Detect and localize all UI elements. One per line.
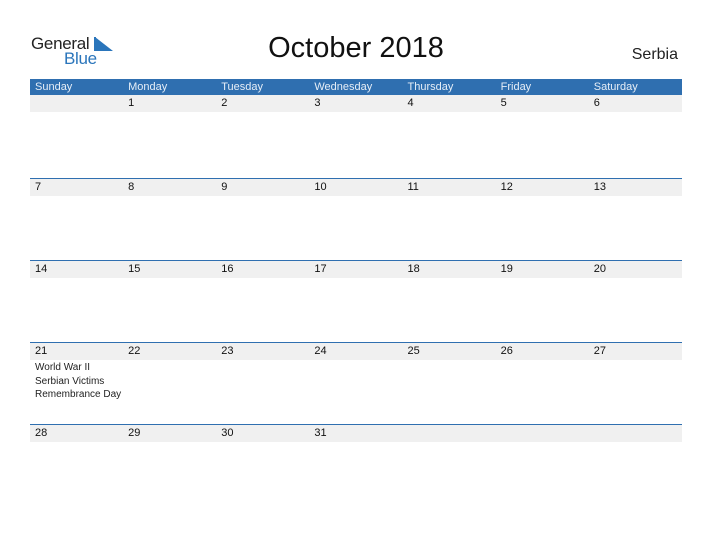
week-row: 14 15 16 17 18 19 20 (30, 260, 682, 342)
day-event (403, 278, 496, 279)
day-event (309, 278, 402, 279)
day-event (123, 196, 216, 197)
day-event (403, 360, 496, 402)
weekday-tuesday: Tuesday (221, 81, 264, 93)
day-event (496, 112, 589, 113)
day-number (496, 425, 589, 442)
events-row: World War II Serbian Victims Remembrance… (30, 360, 682, 402)
day-number: 5 (500, 97, 507, 109)
date-bar: 7 8 9 10 11 12 13 (30, 179, 682, 196)
calendar-title: October 2018 (268, 32, 444, 64)
day-number: 14 (35, 263, 48, 275)
day-event (496, 442, 589, 443)
weekday-monday: Monday (128, 81, 168, 93)
weekday-thursday: Thursday (407, 81, 454, 93)
day-number: 28 (35, 427, 48, 439)
day-number: 25 (407, 345, 420, 357)
day-number: 11 (407, 181, 419, 193)
date-bar: 1 2 3 4 5 6 (30, 95, 682, 112)
day-event (216, 196, 309, 197)
day-event (30, 196, 123, 197)
day-event (403, 442, 496, 443)
day-event (216, 442, 309, 443)
day-event (30, 442, 123, 443)
day-number: 23 (221, 345, 234, 357)
day-number (589, 425, 682, 442)
day-event (403, 196, 496, 197)
weekday-header: Sunday Monday Tuesday Wednesday Thursday… (30, 79, 682, 95)
day-number: 26 (500, 345, 513, 357)
day-number: 12 (500, 181, 513, 193)
events-row (30, 196, 682, 197)
week-row: 28 29 30 31 (30, 424, 682, 506)
day-event (309, 112, 402, 113)
day-number: 15 (128, 263, 141, 275)
day-event (403, 112, 496, 113)
date-bar: 14 15 16 17 18 19 20 (30, 261, 682, 278)
day-number: 10 (314, 181, 327, 193)
calendar-grid: Sunday Monday Tuesday Wednesday Thursday… (30, 79, 682, 506)
week-row: 7 8 9 10 11 12 13 (30, 178, 682, 260)
day-number: 30 (221, 427, 234, 439)
day-event (123, 278, 216, 279)
day-number: 7 (35, 181, 42, 193)
day-event (589, 360, 682, 402)
day-event (496, 196, 589, 197)
day-number (403, 425, 496, 442)
events-row (30, 278, 682, 279)
day-number: 29 (128, 427, 141, 439)
week-row: 1 2 3 4 5 6 (30, 95, 682, 178)
day-number: 18 (407, 263, 420, 275)
day-event (496, 360, 589, 402)
day-number: 8 (128, 181, 135, 193)
day-event (123, 360, 216, 402)
day-number: 3 (314, 97, 321, 109)
day-number: 20 (593, 263, 606, 275)
day-number: 16 (221, 263, 234, 275)
date-bar: 28 29 30 31 (30, 425, 682, 442)
day-event (30, 278, 123, 279)
day-event (216, 360, 309, 402)
weekday-wednesday: Wednesday (314, 81, 373, 93)
weekday-friday: Friday (500, 81, 532, 93)
day-number: 27 (593, 345, 606, 357)
week-row: 21 22 23 24 25 26 27 World War II Serbian Victi… (30, 342, 682, 424)
day-number: 2 (221, 97, 228, 109)
day-event (309, 360, 402, 402)
day-event (309, 442, 402, 443)
day-number (30, 95, 123, 112)
date-bar: 21 22 23 24 25 26 27 (30, 343, 682, 360)
day-event (216, 112, 309, 113)
day-event (589, 196, 682, 197)
events-row (30, 112, 682, 113)
day-event (123, 112, 216, 113)
day-number: 31 (314, 427, 327, 439)
day-number: 19 (500, 263, 513, 275)
day-number: 22 (128, 345, 141, 357)
events-row (30, 442, 682, 443)
day-number: 4 (407, 97, 414, 109)
day-number: 24 (314, 345, 327, 357)
day-event (309, 196, 402, 197)
country-label: Serbia (631, 46, 678, 63)
day-number: 21 (35, 345, 48, 357)
day-number: 9 (221, 181, 228, 193)
day-event (589, 278, 682, 279)
day-event (589, 442, 682, 443)
day-number: 13 (593, 181, 606, 193)
weekday-sunday: Sunday (35, 81, 73, 93)
day-number: 1 (128, 97, 135, 109)
day-number: 6 (593, 97, 600, 109)
day-event: World War II Serbian Victims Remembrance… (35, 362, 122, 400)
day-event (216, 278, 309, 279)
weekday-saturday: Saturday (593, 81, 638, 93)
day-event (496, 278, 589, 279)
day-event (30, 112, 123, 113)
day-event (123, 442, 216, 443)
day-event (589, 112, 682, 113)
day-number: 17 (314, 263, 327, 275)
